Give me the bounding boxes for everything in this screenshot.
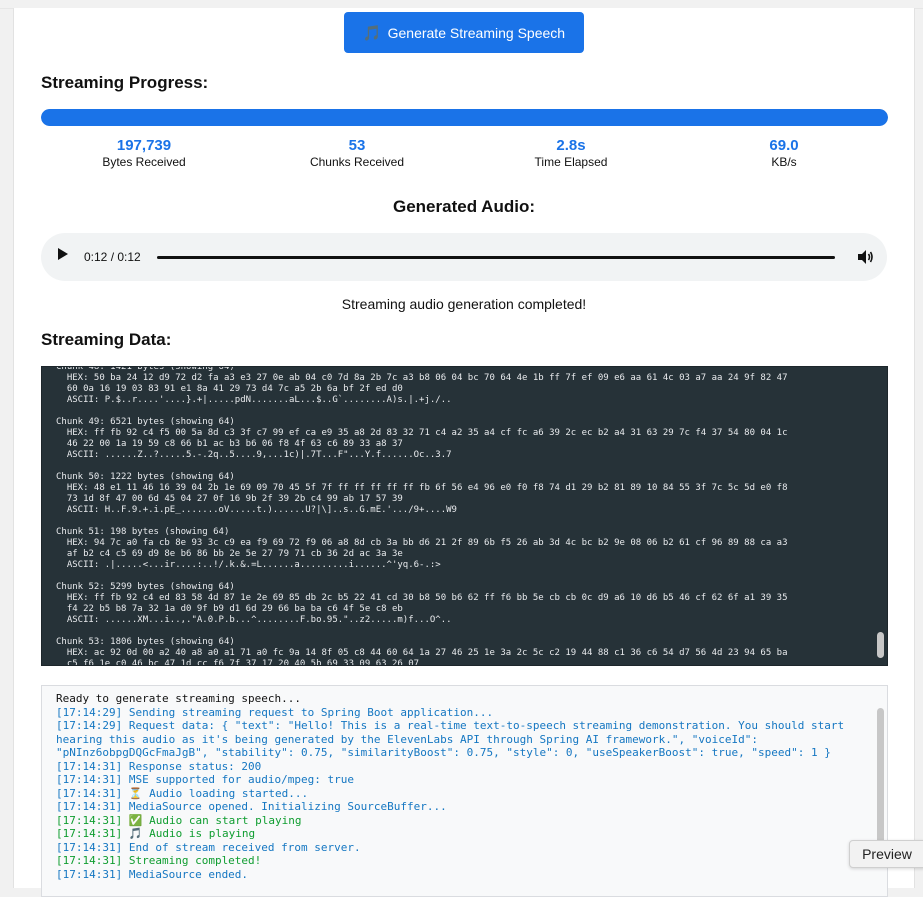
audio-status-text: Streaming audio generation completed! (341, 296, 587, 312)
log-panel[interactable]: Ready to generate streaming speech... [17… (41, 685, 888, 897)
log-line: [17:14:29] Sending streaming request to … (56, 705, 494, 719)
chunk-ascii: ASCII: H..F.9.+.i.pE_.......oV.....t.)..… (56, 505, 457, 515)
data-chunk: Chunk 49: 6521 bytes (showing 64) HEX: f… (56, 417, 871, 461)
stat-label: KB/s (771, 155, 797, 169)
log-list: Ready to generate streaming speech... [17… (56, 692, 867, 881)
data-chunk: Chunk 53: 1806 bytes (showing 64) HEX: a… (56, 637, 871, 666)
log-line: Ready to generate streaming speech... (56, 692, 302, 705)
chunk-hex: HEX: 48 e1 11 46 16 39 04 2b 1e 69 09 70… (66, 483, 788, 504)
log-line: [17:14:31] ⏳ Audio loading started... (56, 786, 309, 800)
streaming-data-heading: Streaming Data: (41, 330, 172, 349)
stat-label: Time Elapsed (534, 155, 608, 169)
log-line: [17:14:31] MediaSource opened. Initializ… (56, 800, 447, 813)
log-line: [17:14:31] Response status: 200 (56, 759, 262, 773)
audio-seek-bar[interactable] (157, 256, 835, 259)
chunk-hex: HEX: 50 ba 24 12 d9 72 d2 fa a3 e3 27 0e… (66, 373, 788, 394)
chunk-hex: HEX: 94 7c a0 fa cb 8e 93 3c c9 ea f9 69… (66, 538, 788, 559)
music-note-icon: 🎵 (362, 24, 382, 42)
data-scrollbar[interactable] (873, 367, 887, 665)
chunk-header: Chunk 53: 1806 bytes (showing 64) (56, 637, 235, 647)
audio-player[interactable]: 0:12 / 0:12 (41, 233, 887, 281)
log-line: [17:14:29] Request data: { "text": "Hell… (56, 719, 851, 759)
stat-value: 2.8s (556, 137, 586, 154)
chunk-ascii: ASCII: ......Z..?.....5.-.2q..5....9,...… (56, 450, 452, 460)
stat-value: 69.0 (769, 137, 799, 154)
stat-label: Bytes Received (102, 155, 186, 169)
audio-time: 0:12 / 0:12 (84, 250, 141, 264)
stat-chunks-received: 53 Chunks Received (277, 137, 437, 169)
data-scrollbar-thumb[interactable] (877, 632, 884, 658)
progress-bar (41, 109, 888, 126)
volume-icon[interactable] (855, 247, 875, 267)
chunk-header: Chunk 49: 6521 bytes (showing 64) (56, 417, 235, 427)
log-line: [17:14:31] End of stream received from s… (56, 840, 361, 854)
chunk-header: Chunk 52: 5299 bytes (showing 64) (56, 582, 235, 592)
main-card: 🎵 Generate Streaming Speech Streaming Pr… (13, 8, 915, 897)
chunk-ascii: ASCII: ......XM...i..,."A.0.P.b...^.....… (56, 615, 452, 625)
stat-time-elapsed: 2.8s Time Elapsed (491, 137, 651, 169)
chunk-hex: HEX: ff fb 92 c4 ed 83 58 4d 87 1e 2e 69… (66, 593, 788, 614)
generate-streaming-speech-button[interactable]: 🎵 Generate Streaming Speech (344, 12, 584, 53)
log-line: [17:14:31] Streaming completed! (56, 854, 262, 867)
generate-button-label: Generate Streaming Speech (387, 24, 566, 41)
log-line: [17:14:31] MediaSource ended. (56, 867, 249, 881)
chunk-header: Chunk 50: 1222 bytes (showing 64) (56, 472, 235, 482)
stat-label: Chunks Received (309, 155, 405, 169)
data-chunk: Chunk 48: 1421 bytes (showing 64) HEX: 5… (56, 366, 871, 406)
stat-kbps: 69.0 KB/s (704, 137, 864, 169)
log-line: [17:14:31] MSE supported for audio/mpeg:… (56, 773, 355, 786)
progress-bar-fill (41, 109, 888, 126)
chunk-header: Chunk 48: 1421 bytes (showing 64) (56, 366, 235, 372)
chunk-ascii: ASCII: P.$..r....'....}.+|.....pdN......… (56, 395, 452, 405)
log-line: [17:14:31] ✅ Audio can start playing (56, 813, 302, 827)
streaming-progress-heading: Streaming Progress: (41, 73, 209, 92)
preview-button[interactable]: Preview (849, 840, 923, 868)
log-line: [17:14:31] 🎵 Audio is playing (56, 827, 256, 840)
data-chunk: Chunk 51: 198 bytes (showing 64) HEX: 94… (56, 527, 871, 571)
generated-audio-heading: Generated Audio: (393, 197, 535, 216)
stat-value: 197,739 (116, 137, 172, 154)
stat-value: 53 (348, 137, 366, 154)
chunk-hex: HEX: ff fb 92 c4 f5 00 5a 8d c3 3f c7 99… (66, 428, 788, 449)
stat-bytes-received: 197,739 Bytes Received (64, 137, 224, 169)
streaming-data-panel[interactable]: Chunk 48: 1421 bytes (showing 64) HEX: 5… (41, 366, 888, 666)
play-icon[interactable] (58, 248, 68, 260)
chunk-hex: HEX: ac 92 0d 00 a2 40 a8 a0 a1 71 a0 fc… (66, 648, 788, 666)
data-chunk: Chunk 50: 1222 bytes (showing 64) HEX: 4… (56, 472, 871, 516)
chunk-header: Chunk 51: 198 bytes (showing 64) (56, 527, 230, 537)
chunk-ascii: ASCII: .|.....<...ir....:..!/.k.&.=L....… (56, 560, 441, 570)
data-chunk: Chunk 52: 5299 bytes (showing 64) HEX: f… (56, 582, 871, 626)
chunk-list: Chunk 48: 1421 bytes (showing 64) HEX: 5… (56, 366, 871, 666)
